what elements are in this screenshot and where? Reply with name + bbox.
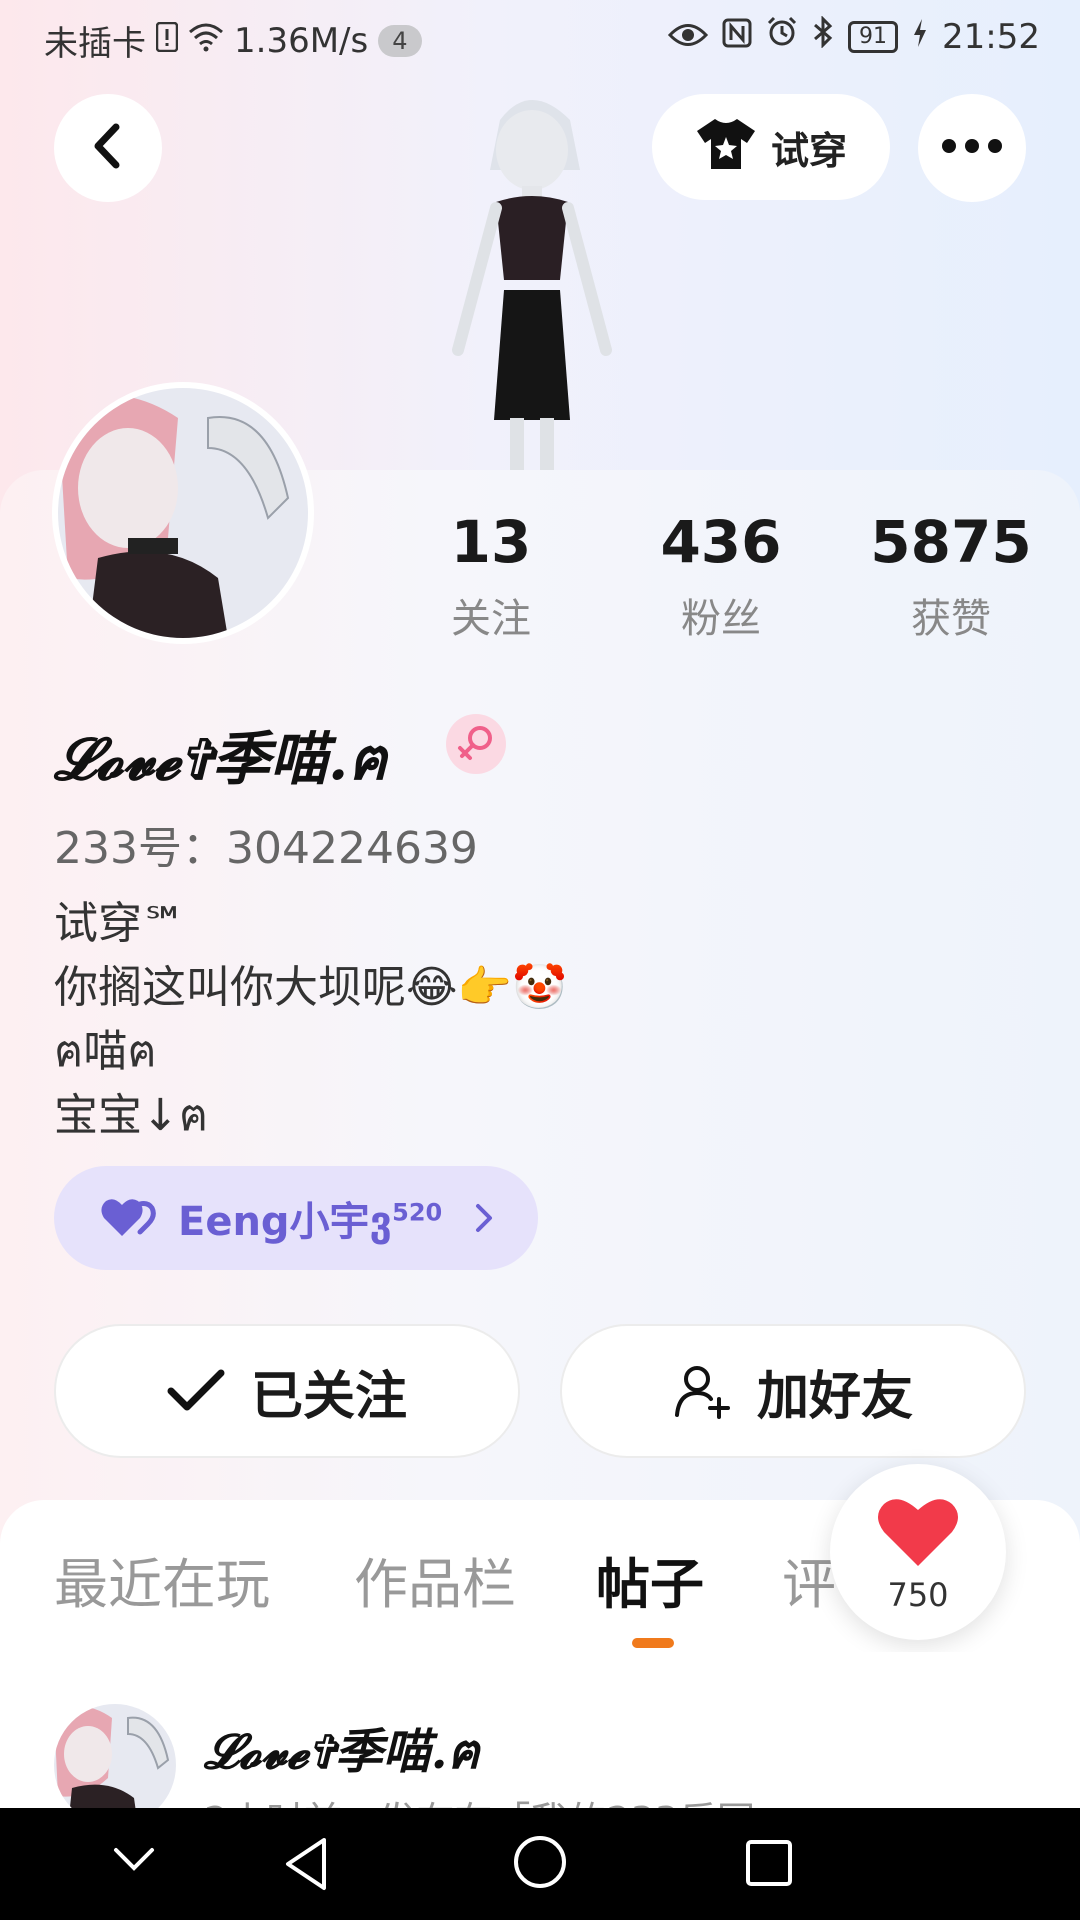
profile-page: 未插卡 1.36M/s 4 91 21:52 试穿 13 关注 436 粉丝 5…	[0, 0, 1080, 1920]
like-count: 750	[887, 1576, 949, 1614]
fans-count: 436	[660, 508, 782, 576]
avatar[interactable]	[52, 382, 314, 644]
post-meta: 2小时前 · 发布在「我的233乐园」	[204, 1790, 793, 1808]
nfc-icon	[722, 17, 752, 57]
couple-name-label: Eeng小宇ვ520	[178, 1189, 442, 1247]
fans-label: 粉丝	[681, 596, 761, 642]
profile-name: 𝓛𝓸𝓿𝓮✞季喵.ฅ	[54, 725, 388, 793]
bio-line: 宝宝↓ฅ	[54, 1090, 209, 1141]
tab-comments[interactable]: 评	[782, 1540, 836, 1619]
eye-icon	[667, 17, 709, 57]
add-friend-label: 加好友	[756, 1366, 913, 1427]
alarm-icon	[766, 16, 798, 57]
bio-line: ฅ喵ฅ	[54, 1026, 157, 1077]
home-circle-icon[interactable]	[512, 1834, 568, 1894]
heart-icon	[876, 1494, 960, 1574]
more-dots-icon	[941, 138, 1003, 158]
followed-button[interactable]: 已关注	[54, 1324, 520, 1458]
sim-alert-icon	[155, 21, 179, 61]
stat-likes[interactable]: 5875 获赞	[866, 508, 1036, 644]
carrier-text: 未插卡	[44, 24, 146, 64]
avatar-3d-figure[interactable]	[420, 90, 640, 470]
bio-line: 你搁这叫你大坝呢😂👉🤡	[54, 962, 567, 1013]
network-speed: 1.36M/s	[234, 20, 369, 61]
post-author-avatar[interactable]	[54, 1704, 176, 1808]
back-triangle-icon[interactable]	[282, 1836, 330, 1896]
user-id: 233号：304224639	[54, 823, 478, 874]
chevron-down-icon[interactable]	[110, 1842, 158, 1882]
following-label: 关注	[451, 596, 531, 642]
system-nav-bar	[0, 1808, 1080, 1920]
post-author-name[interactable]: 𝓛𝓸𝓿𝓮✞季喵.ฅ	[204, 1712, 480, 1790]
back-button[interactable]	[54, 94, 162, 202]
couple-link[interactable]: Eeng小宇ვ520	[54, 1166, 538, 1270]
status-bar: 未插卡 1.36M/s 4 91 21:52	[0, 0, 1080, 76]
tab-works[interactable]: 作品栏	[354, 1540, 516, 1619]
following-count: 13	[450, 508, 532, 576]
couple-sup: 520	[392, 1198, 443, 1227]
bluetooth-icon	[812, 15, 834, 57]
double-heart-icon	[100, 1196, 156, 1240]
active-tab-indicator	[632, 1638, 674, 1648]
more-button[interactable]	[918, 94, 1026, 202]
couple-name: Eeng小宇ვ	[178, 1199, 393, 1245]
chevron-left-icon	[88, 121, 128, 175]
likes-count: 5875	[870, 508, 1032, 576]
stat-fans[interactable]: 436 粉丝	[636, 508, 806, 644]
stat-following[interactable]: 13 关注	[406, 508, 576, 644]
bio-line: 试穿℠	[54, 898, 187, 949]
like-bubble[interactable]: 750	[830, 1464, 1006, 1640]
tab-posts[interactable]: 帖子	[596, 1540, 704, 1619]
tab-recently-played[interactable]: 最近在玩	[54, 1540, 270, 1619]
wifi-icon	[188, 21, 224, 61]
check-icon	[167, 1369, 225, 1413]
chevron-right-icon	[474, 1202, 494, 1234]
likes-label: 获赞	[911, 596, 991, 642]
bio: 试穿℠ 你搁这叫你大坝呢😂👉🤡 ฅ喵ฅ 宝宝↓ฅ	[54, 892, 567, 1148]
followed-label: 已关注	[250, 1366, 407, 1427]
notification-count-badge: 4	[378, 24, 422, 57]
tshirt-icon	[695, 115, 757, 180]
add-user-icon	[673, 1363, 731, 1419]
female-gender-icon	[446, 714, 506, 774]
recents-square-icon[interactable]	[744, 1838, 794, 1892]
clock-time: 21:52	[942, 16, 1040, 57]
add-friend-button[interactable]: 加好友	[560, 1324, 1026, 1458]
try-on-button[interactable]: 试穿	[652, 94, 890, 200]
charging-icon	[912, 17, 928, 57]
post-list: 𝓛𝓸𝓿𝓮✞季喵.ฅ 2小时前 · 发布在「我的233乐园」	[0, 1652, 1080, 1808]
battery-level: 91	[848, 20, 899, 53]
try-on-label: 试穿	[770, 128, 847, 173]
